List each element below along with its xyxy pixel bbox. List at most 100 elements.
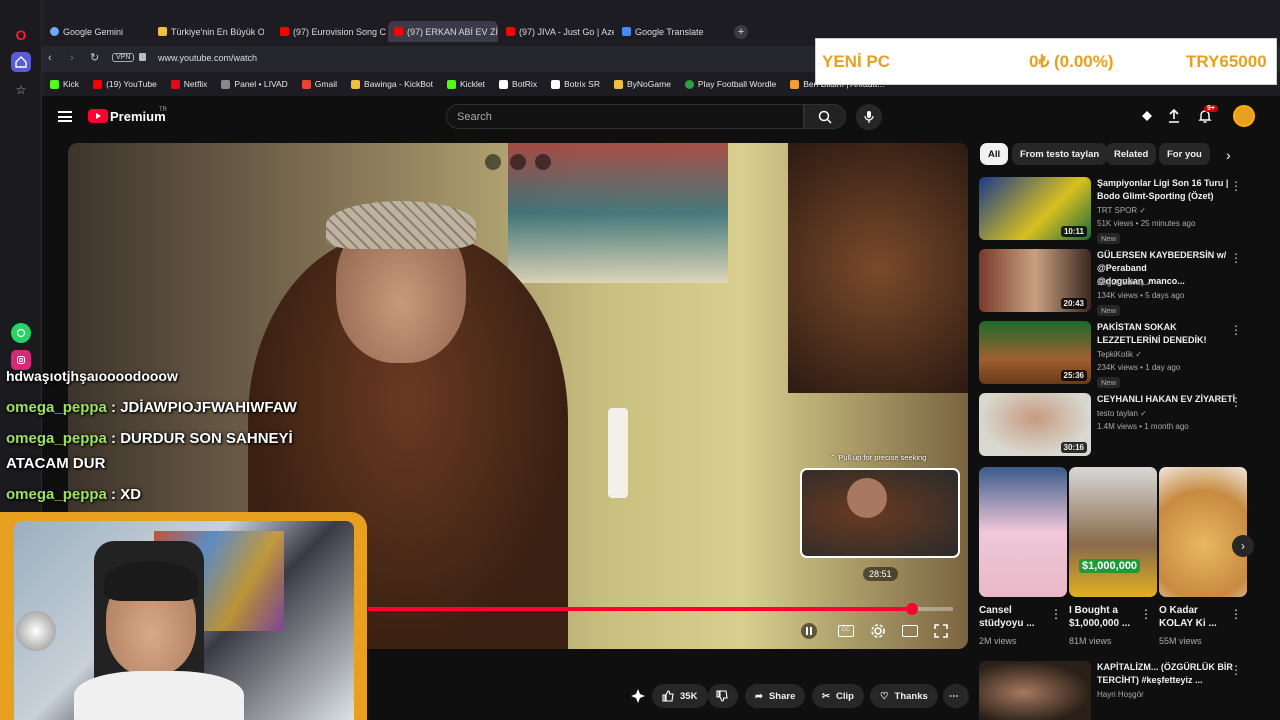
like-button[interactable]: 35K: [652, 684, 708, 708]
clip-button[interactable]: ✂ Clip: [812, 684, 864, 708]
rec-channel[interactable]: Hayri Hoşgör: [1097, 690, 1144, 699]
more-vert-icon[interactable]: ⋮: [1230, 251, 1242, 265]
bookmark-botrix[interactable]: BotRix: [499, 79, 537, 89]
upload-icon[interactable]: [1167, 108, 1181, 124]
url-field[interactable]: www.youtube.com/watch: [158, 53, 257, 63]
search-button[interactable]: [804, 104, 846, 129]
fullscreen-icon[interactable]: [934, 624, 948, 638]
more-vert-icon[interactable]: ⋮: [1230, 663, 1242, 677]
theater-mode-icon[interactable]: [902, 625, 918, 637]
create-icon[interactable]: [1140, 109, 1154, 123]
rec-video[interactable]: 25:36 PAKİSTAN SOKAK LEZZETLERİNİ DENEDİ…: [979, 321, 1244, 389]
chip-for-you[interactable]: For you: [1159, 143, 1210, 165]
tab-translate[interactable]: Google Translate: [616, 21, 726, 42]
bookmark-football-wordle[interactable]: Play Football Wordle: [684, 79, 776, 89]
miniplayer-icon[interactable]: [485, 154, 501, 170]
opera-logo-icon[interactable]: O: [11, 25, 31, 45]
bookmark-netflix[interactable]: Netflix: [170, 79, 207, 89]
chip-all[interactable]: All: [980, 143, 1009, 165]
chip-related[interactable]: Related: [1106, 143, 1157, 165]
share-arrow-icon[interactable]: [535, 154, 551, 170]
short-thumbnail[interactable]: [979, 467, 1067, 597]
rec-thumbnail[interactable]: 25:36: [979, 321, 1091, 384]
bookmark-youtube[interactable]: (19) YouTube: [93, 79, 157, 89]
bookmark-botrix-sr[interactable]: Botrix SR: [551, 79, 600, 89]
streamer-hair: [104, 561, 198, 601]
more-vert-icon[interactable]: ⋮: [1230, 323, 1242, 337]
autoplay-toggle-icon[interactable]: [801, 623, 817, 639]
chip-from-channel[interactable]: From testo taylan: [1012, 143, 1108, 165]
more-vert-icon[interactable]: ⋮: [1140, 607, 1152, 621]
shorts-next-chevron-icon[interactable]: ›: [1232, 535, 1254, 557]
new-badge: New: [1097, 377, 1121, 388]
rec-video[interactable]: KAPİTALİZM... (ÖZGÜRLÜK BİR TERCİHT) #ke…: [979, 661, 1244, 720]
thanks-button[interactable]: ♡ Thanks: [870, 684, 938, 708]
voice-search-button[interactable]: [856, 104, 882, 130]
rec-thumbnail[interactable]: 30:16: [979, 393, 1091, 456]
rec-channel[interactable]: TRT SPOR ✓: [1097, 206, 1146, 215]
menu-icon[interactable]: [58, 111, 72, 122]
rec-thumbnail[interactable]: 10:11: [979, 177, 1091, 240]
ben-bildim-icon: [790, 79, 800, 89]
more-vert-icon[interactable]: ⋮: [1230, 607, 1242, 621]
rec-title[interactable]: CEYHANLI HAKAN EV ZİYARETİ: [1097, 393, 1237, 406]
vpn-badge[interactable]: VPN: [112, 53, 135, 62]
rec-channel[interactable]: testo taylan ✓: [1097, 409, 1147, 418]
chips-next-chevron-icon[interactable]: ›: [1226, 147, 1231, 163]
short-title[interactable]: O Kadar KOLAY Ki ...: [1159, 604, 1225, 630]
more-vert-icon[interactable]: ⋮: [1230, 179, 1242, 193]
short-title[interactable]: Cansel stüdyoyu ...: [979, 604, 1045, 630]
settings-gear-icon[interactable]: [870, 623, 886, 639]
whatsapp-icon[interactable]: [11, 323, 31, 343]
youtube-logo-text[interactable]: Premium: [110, 109, 166, 124]
tab-jiva[interactable]: (97) JIVA - Just Go | Azerb: [500, 21, 614, 42]
more-vert-icon[interactable]: ⋮: [1050, 607, 1062, 621]
rec-channel[interactable]: TepkiKolik ✓: [1097, 350, 1142, 359]
bookmark-panel[interactable]: Panel • LIVAD: [221, 79, 288, 89]
bookmark-kicklet[interactable]: Kicklet: [446, 79, 486, 89]
forward-icon[interactable]: ›: [70, 52, 74, 64]
more-vert-icon[interactable]: ⋮: [1230, 395, 1242, 409]
bookmark-bynogame[interactable]: ByNoGame: [613, 79, 671, 89]
short-thumbnail[interactable]: [1159, 467, 1247, 597]
reload-icon[interactable]: ↻: [90, 51, 99, 64]
progress-scrubber[interactable]: [906, 603, 919, 615]
short-thumbnail[interactable]: $1,000,000: [1069, 467, 1157, 597]
rec-channel[interactable]: Soğuk Savaş ✓: [1097, 278, 1153, 287]
sparkle-ask-icon[interactable]: [630, 688, 646, 704]
rec-video[interactable]: 20:43 GÜLERSEN KAYBEDERSİN w/ @Peraband …: [979, 249, 1244, 317]
share-button[interactable]: ➦ Share: [745, 684, 806, 708]
new-tab-button[interactable]: +: [734, 25, 748, 39]
tab-erkan-abi[interactable]: (97) ERKAN ABİ EV ZİYARE: [388, 21, 498, 42]
bookmark-gmail[interactable]: Gmail: [301, 79, 337, 89]
youtube-logo-icon[interactable]: [88, 109, 108, 123]
search-input[interactable]: Search: [446, 104, 804, 129]
rec-thumbnail[interactable]: 20:43: [979, 249, 1091, 312]
webcam-frame: [0, 512, 367, 720]
bookmark-bawinga[interactable]: Bawinga - KickBot: [351, 79, 433, 89]
bookmark-label: Kicklet: [459, 79, 486, 89]
rec-title[interactable]: PAKİSTAN SOKAK LEZZETLERİNİ DENEDİK!: [1097, 321, 1237, 347]
rec-video[interactable]: 10:11 Şampiyonlar Ligi Son 16 Turu | Bod…: [979, 177, 1244, 245]
seek-preview-thumbnail: [800, 468, 960, 558]
more-actions-button[interactable]: ⋯: [943, 684, 969, 708]
progress-bar[interactable]: [368, 607, 953, 611]
tab-oyun[interactable]: Türkiye'nin En Büyük Oyun: [152, 21, 264, 42]
captions-icon[interactable]: CC: [838, 625, 854, 637]
ai-sparkle-icon[interactable]: [510, 154, 526, 170]
avatar[interactable]: [1233, 105, 1255, 127]
dislike-button[interactable]: [708, 684, 738, 708]
tab-eurovision[interactable]: (97) Eurovision Song Cont: [274, 21, 386, 42]
rec-title[interactable]: Şampiyonlar Ligi Son 16 Turu | Bodo Glim…: [1097, 177, 1237, 203]
rec-thumbnail[interactable]: [979, 661, 1091, 720]
rec-title[interactable]: KAPİTALİZM... (ÖZGÜRLÜK BİR TERCİHT) #ke…: [1097, 661, 1237, 687]
tab-gemini[interactable]: Google Gemini: [44, 21, 152, 42]
back-icon[interactable]: ‹: [48, 52, 52, 64]
short-title[interactable]: I Bought a $1,000,000 ...: [1069, 604, 1139, 630]
rec-video[interactable]: 30:16 CEYHANLI HAKAN EV ZİYARETİ testo t…: [979, 393, 1244, 461]
home-icon[interactable]: [11, 52, 31, 72]
instagram-icon[interactable]: [11, 350, 31, 370]
kicklet-icon: [446, 79, 456, 89]
pinboard-icon[interactable]: ☆: [11, 80, 31, 100]
bookmark-kick[interactable]: Kick: [50, 79, 79, 89]
